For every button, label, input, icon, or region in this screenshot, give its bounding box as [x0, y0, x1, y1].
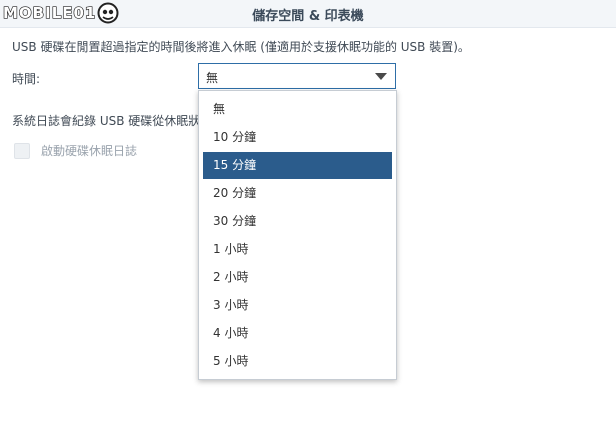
hibernation-log-checkbox[interactable]: [14, 142, 30, 159]
dropdown-option[interactable]: 30 分鐘: [203, 208, 392, 235]
dropdown-option[interactable]: 20 分鐘: [203, 180, 392, 207]
page-title: 儲存空間 & 印表機: [252, 9, 364, 24]
dropdown-option[interactable]: 無: [203, 96, 392, 123]
hibernation-description: USB 硬碟在閒置超過指定的時間後將進入休眠 (僅適用於支援休眠功能的 USB …: [12, 40, 470, 54]
chevron-down-icon: [375, 73, 387, 80]
hibernation-time-select[interactable]: 無: [198, 63, 396, 89]
hibernation-log-label: 啟動硬碟休眠日誌: [41, 144, 138, 158]
header-bar: MOBILE01 儲存空間 & 印表機: [0, 0, 616, 28]
time-label: 時間:: [12, 72, 41, 86]
dropdown-option[interactable]: 4 小時: [203, 320, 392, 347]
dropdown-option[interactable]: 5 小時: [203, 348, 392, 375]
dropdown-option-selected[interactable]: 15 分鐘: [203, 152, 392, 179]
log-description: 系統日誌會紀錄 USB 硬碟從休眠狀: [12, 114, 201, 128]
select-current-value: 無: [206, 71, 219, 85]
time-dropdown-list: 無 10 分鐘 15 分鐘 20 分鐘 30 分鐘 1 小時 2 小時 3 小時…: [198, 90, 397, 380]
hibernation-log-option: 啟動硬碟休眠日誌: [14, 142, 137, 159]
dropdown-option[interactable]: 1 小時: [203, 236, 392, 263]
dropdown-option[interactable]: 3 小時: [203, 292, 392, 319]
dropdown-option[interactable]: 2 小時: [203, 264, 392, 291]
dropdown-option[interactable]: 10 分鐘: [203, 124, 392, 151]
